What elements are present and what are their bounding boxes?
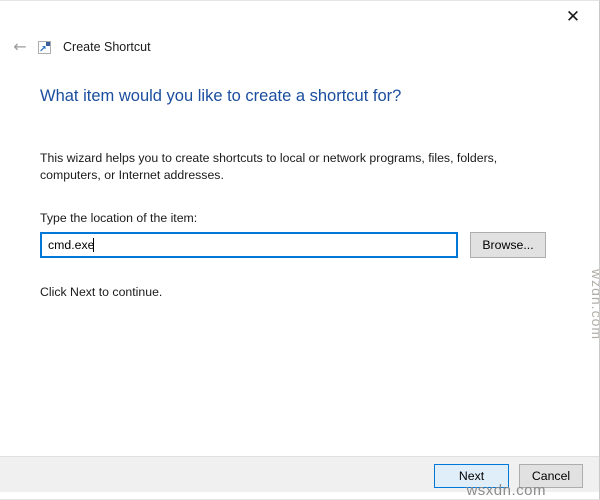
watermark-side: wzdn.com bbox=[589, 269, 600, 341]
wizard-header: ← ↗ Create Shortcut bbox=[0, 35, 599, 59]
shortcut-icon: ↗ bbox=[38, 40, 51, 55]
location-label: Type the location of the item: bbox=[40, 211, 198, 225]
location-input[interactable] bbox=[40, 232, 458, 258]
window-title: Create Shortcut bbox=[63, 40, 151, 54]
close-button[interactable]: ✕ bbox=[557, 3, 589, 31]
watermark-bottom: wsxdn.com bbox=[466, 482, 546, 499]
browse-button[interactable]: Browse... bbox=[470, 232, 546, 258]
location-input-field[interactable] bbox=[42, 234, 456, 256]
next-hint: Click Next to continue. bbox=[40, 285, 163, 299]
back-button[interactable]: ← bbox=[6, 36, 34, 58]
back-arrow-icon: ← bbox=[13, 37, 27, 56]
close-icon: ✕ bbox=[565, 7, 581, 27]
location-input-row: Browse... bbox=[40, 232, 560, 258]
create-shortcut-window: ✕ ← ↗ Create Shortcut What item would yo… bbox=[0, 0, 600, 500]
shortcut-arrow-icon: ↗ bbox=[39, 44, 47, 55]
page-title: What item would you like to create a sho… bbox=[40, 87, 402, 105]
shortcut-icon-corner bbox=[46, 41, 50, 46]
wizard-description: This wizard helps you to create shortcut… bbox=[40, 151, 498, 182]
wizard-body: What item would you like to create a sho… bbox=[40, 73, 560, 299]
text-caret bbox=[93, 238, 94, 252]
